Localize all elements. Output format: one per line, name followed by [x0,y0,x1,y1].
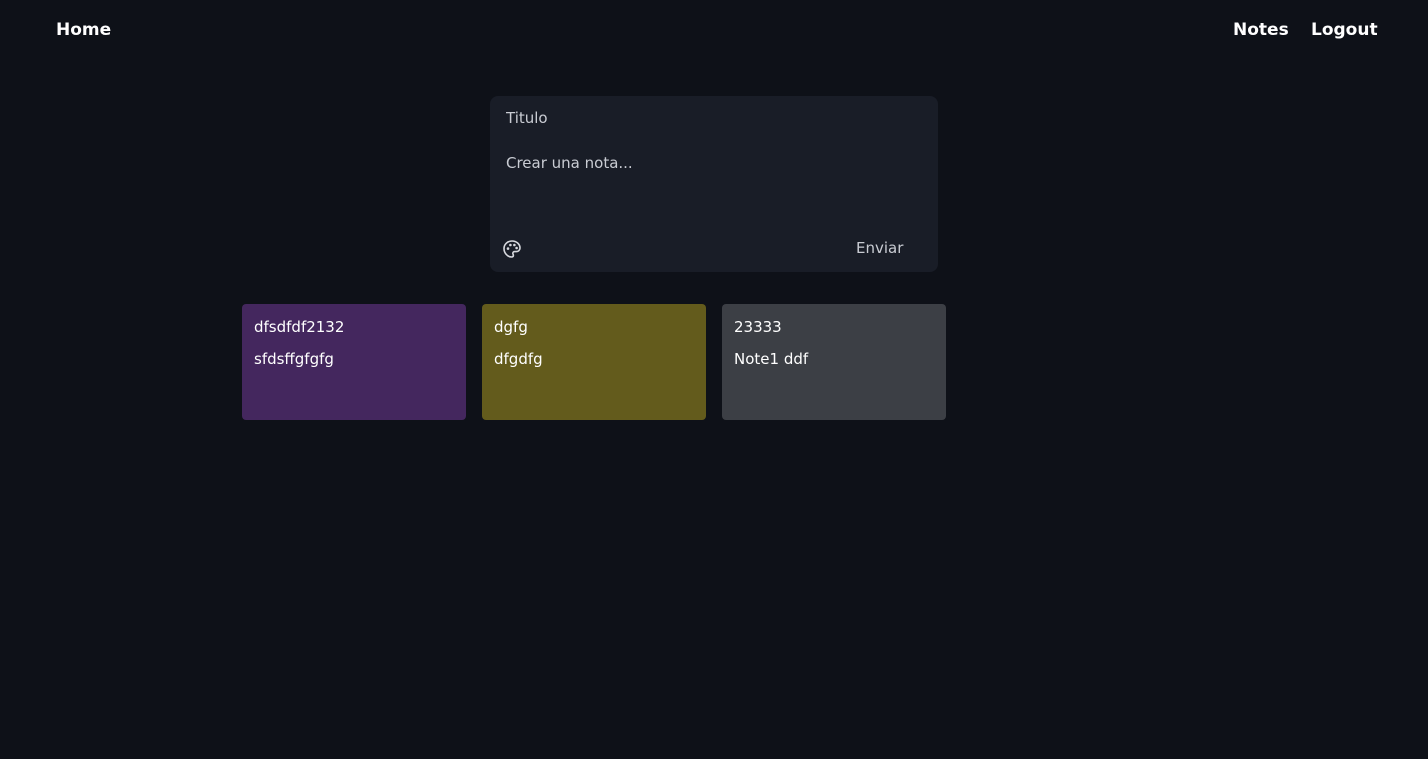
note-body-input[interactable] [506,154,916,224]
note-card[interactable]: dfsdfdf2132 sfdsffgfgfg [242,304,466,420]
note-title: 23333 [734,318,782,336]
note-card[interactable]: 23333 Note1 ddf [722,304,946,420]
note-title: dgfg [494,318,528,336]
nav-notes-link[interactable]: Notes [1233,20,1289,40]
note-body: Note1 ddf [734,350,809,368]
note-body: dfgdfg [494,350,543,368]
note-title: dfsdfdf2132 [254,318,345,336]
nav-logout-link[interactable]: Logout [1311,20,1378,40]
top-navbar: Home Notes Logout [0,0,1428,62]
nav-home-link[interactable]: Home [56,20,111,40]
note-card[interactable]: dgfg dfgdfg [482,304,706,420]
send-button[interactable]: Enviar [848,236,911,260]
note-title-input[interactable] [506,106,916,130]
note-body: sfdsffgfgfg [254,350,334,368]
note-composer: Enviar [490,96,938,272]
palette-icon[interactable] [502,239,522,259]
